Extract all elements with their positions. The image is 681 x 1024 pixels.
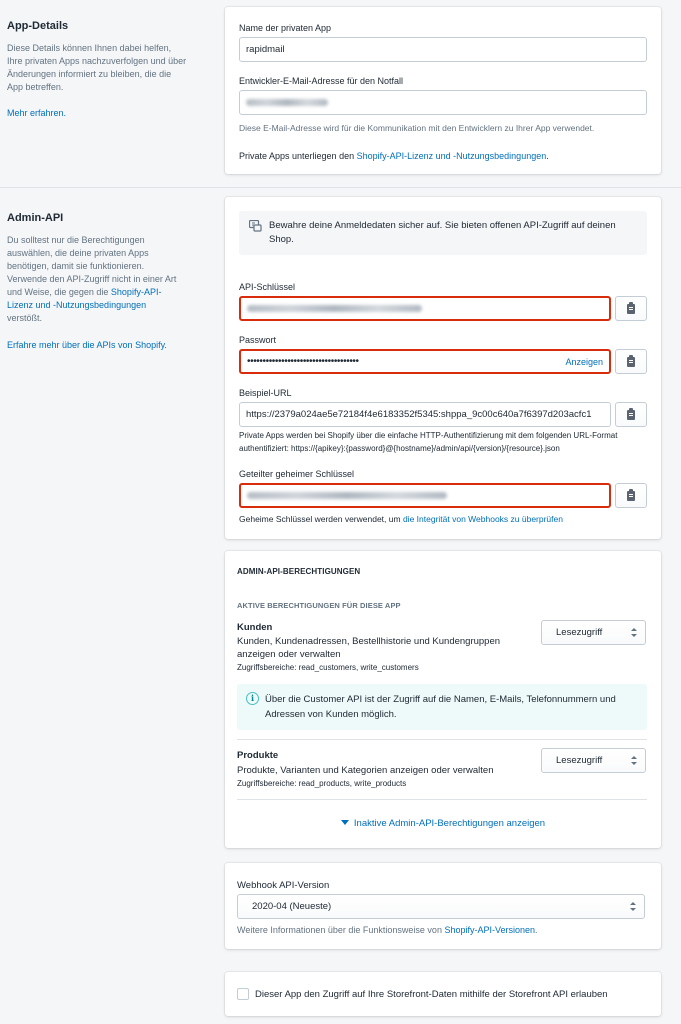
webhook-help-prefix: Weitere Informationen über die Funktions… [237,925,445,935]
storefront-access-checkbox[interactable] [237,988,249,1000]
app-details-card: Name der privaten App rapidmail Entwickl… [225,7,661,174]
permissions-card: ADMIN-API-BERECHTIGUNGEN AKTIVE BERECHTI… [225,551,661,848]
app-details-learn-more-link[interactable]: Mehr erfahren. [7,108,66,118]
customers-access-value: Lesezugriff [556,627,603,638]
section-divider [0,187,681,188]
show-password-link[interactable]: Anzeigen [565,357,603,367]
clipboard-icon [627,354,635,367]
products-access-select[interactable]: Lesezugriff [541,748,646,773]
app-name-label: Name der privaten App [239,23,332,33]
webhook-card: Webhook API-Version 2020-04 (Neueste) We… [225,863,661,949]
customer-api-info-text: Über die Customer API ist der Zugriff au… [265,694,616,720]
example-url-help: Private Apps werden bei Shopify über die… [239,431,618,453]
show-inactive-permissions-link[interactable]: Inaktive Admin-API-Berechtigungen anzeig… [354,818,545,829]
select-chevron-icon [631,628,637,638]
permission-customers-title: Kunden [237,622,273,633]
clipboard-icon [627,301,635,314]
permissions-divider [237,799,647,800]
products-access-value: Lesezugriff [556,755,603,766]
copy-example-url-button[interactable] [615,402,647,427]
storefront-card: Dieser App den Zugriff auf Ihre Storefro… [225,972,661,1016]
credentials-banner: Bewahre deine Anmeldedaten sicher auf. S… [239,211,647,255]
webhook-help-suffix: . [535,925,538,935]
example-url-label: Beispiel-URL [239,388,292,398]
app-details-annotation: App-Details Diese Details können Ihnen d… [7,20,187,120]
permission-customers-description: Kunden, Kundenadressen, Bestellhistorie … [237,636,501,660]
developer-email-help: Diese E-Mail-Adresse wird für die Kommun… [239,123,595,133]
select-chevron-icon [630,902,636,912]
license-text: Private Apps unterliegen den Shopify-API… [239,150,549,163]
api-key-label: API-Schlüssel [239,282,296,292]
shared-secret-input[interactable] [239,483,611,508]
app-details-description: Diese Details können Ihnen dabei helfen,… [7,43,187,92]
password-label: Passwort [239,335,277,345]
credentials-warning-icon [248,219,262,237]
caret-down-icon [340,820,349,825]
show-inactive-permissions-toggle[interactable]: Inaktive Admin-API-Berechtigungen anzeig… [225,818,661,829]
license-prefix: Private Apps unterliegen den [239,151,357,161]
admin-api-description: Du solltest nur die Berechtigungen auswä… [7,234,179,325]
developer-email-label: Entwickler-E-Mail-Adresse für den Notfal… [239,76,404,86]
password-value: •••••••••••••••••••••••••••••••••••• [247,356,359,367]
license-link[interactable]: Shopify-API-Lizenz und -Nutzungsbedingun… [357,151,547,161]
webhook-version-label: Webhook API-Version [237,880,330,891]
api-versions-link[interactable]: Shopify-API-Versionen [444,925,535,935]
copy-shared-secret-button[interactable] [615,483,647,508]
admin-api-desc-suffix: verstößt. [7,313,43,323]
api-key-input[interactable] [239,296,611,321]
active-permissions-subheading: AKTIVE BERECHTIGUNGEN FÜR DIESE APP [237,601,401,610]
password-input[interactable]: •••••••••••••••••••••••••••••••••••• Anz… [239,349,611,374]
permission-products-description: Produkte, Varianten und Kategorien anzei… [237,765,494,776]
redacted-api-key [247,305,422,312]
app-details-section: App-Details Diese Details können Ihnen d… [0,0,681,190]
clipboard-icon [627,407,635,420]
redacted-email [246,99,328,106]
copy-password-button[interactable] [615,349,647,374]
webhook-integrity-link[interactable]: die Integrität von Webhooks zu überprüfe… [403,514,563,524]
webhook-version-value: 2020-04 (Neueste) [252,901,332,912]
admin-api-learn-more-link[interactable]: Erfahre mehr über die APIs von Shopify. [7,339,187,352]
admin-api-annotation: Admin-API Du solltest nur die Berechtigu… [7,212,187,352]
storefront-access-label[interactable]: Dieser App den Zugriff auf Ihre Storefro… [255,989,608,1000]
select-chevron-icon [631,756,637,766]
example-url-value: https://2379a024ae5e72184f4e6183352f5345… [246,409,592,420]
customer-api-info-box: i Über die Customer API ist der Zugriff … [237,684,647,730]
customers-access-select[interactable]: Lesezugriff [541,620,646,645]
permissions-divider [237,739,647,740]
copy-api-key-button[interactable] [615,296,647,321]
permissions-heading: ADMIN-API-BERECHTIGUNGEN [237,567,361,576]
example-url-input[interactable]: https://2379a024ae5e72184f4e6183352f5345… [239,402,611,427]
developer-email-input[interactable] [239,90,647,115]
permission-products-title: Produkte [237,750,279,761]
app-details-title: App-Details [7,20,69,32]
credentials-card: Bewahre deine Anmeldedaten sicher auf. S… [225,197,661,539]
permission-customers-scopes: Zugriffsbereiche: read_customers, write_… [237,663,419,672]
shared-secret-label: Geteilter geheimer Schlüssel [239,469,355,479]
shared-secret-help: Geheime Schlüssel werden verwendet, um d… [239,513,563,526]
clipboard-icon [627,488,635,501]
shared-secret-help-prefix: Geheime Schlüssel werden verwendet, um [239,514,403,524]
app-name-value: rapidmail [246,44,285,55]
license-suffix: . [546,151,549,161]
webhook-version-select[interactable]: 2020-04 (Neueste) [237,894,645,919]
redacted-shared-secret [247,492,447,499]
admin-api-title: Admin-API [7,212,64,224]
webhook-version-help: Weitere Informationen über die Funktions… [237,924,538,937]
permission-products-scopes: Zugriffsbereiche: read_products, write_p… [237,779,407,788]
info-icon: i [246,692,259,705]
credentials-banner-text: Bewahre deine Anmeldedaten sicher auf. S… [269,220,616,245]
app-name-input[interactable]: rapidmail [239,37,647,62]
